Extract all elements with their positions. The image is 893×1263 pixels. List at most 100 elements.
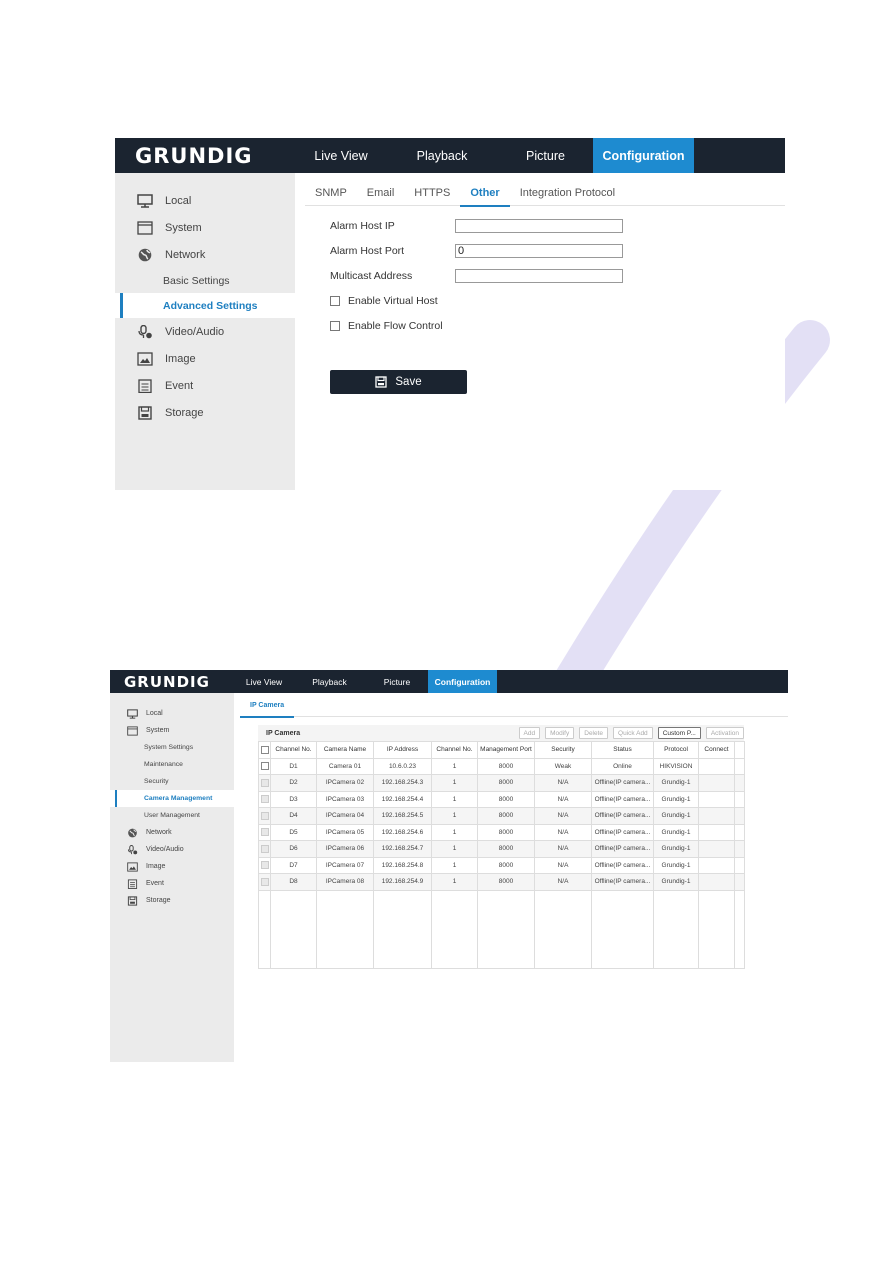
video-audio-icon	[127, 844, 138, 855]
channel-no-cell: 1	[431, 840, 478, 858]
sidebar-item-label: Video/Audio	[165, 325, 225, 338]
nav-playback[interactable]: Playback	[293, 670, 366, 693]
column-header[interactable]: Channel No.	[431, 741, 478, 759]
nav-live-view[interactable]: Live View	[296, 138, 386, 173]
enable-flow-control-checkbox[interactable]	[330, 321, 340, 331]
status-cell: Offline(IP camera...	[591, 856, 654, 874]
alarm-host-ip-input[interactable]	[455, 219, 623, 233]
sidebar-item-local[interactable]: Local	[110, 705, 234, 722]
sidebar-item-local[interactable]: Local	[115, 187, 295, 214]
sidebar-item-video-audio[interactable]: Video/Audio	[115, 318, 295, 345]
table-row[interactable]: D4 IPCamera 04 192.168.254.5 1 8000 N/A Offlin…	[258, 807, 745, 825]
add-button[interactable]: Add	[518, 727, 541, 739]
sidebar-sub-advanced-settings[interactable]: Advanced Settings	[115, 293, 295, 318]
tab-email[interactable]: Email	[357, 173, 405, 206]
column-header[interactable]: Camera Name	[316, 741, 374, 759]
multicast-address-label: Multicast Address	[330, 270, 413, 282]
sidebar-item-image[interactable]: Image	[115, 345, 295, 372]
connect-cell	[698, 840, 735, 858]
save-button[interactable]: Save	[330, 370, 467, 394]
row-checkbox	[260, 828, 269, 837]
channel-no-cell: 1	[431, 807, 478, 825]
monitor-icon	[137, 193, 153, 208]
column-header[interactable]: Channel No.	[270, 741, 317, 759]
tab-other[interactable]: Other	[460, 173, 511, 207]
custom-protocol-button[interactable]: Custom P...	[657, 727, 701, 739]
nav-picture[interactable]: Picture	[366, 670, 428, 693]
protocol-cell: Grundig-1	[653, 823, 699, 841]
sidebar-item-event[interactable]: Event	[110, 875, 234, 892]
activation-button[interactable]: Activation	[705, 727, 744, 739]
table-row[interactable]: D5 IPCamera 05 192.168.254.6 1 8000 N/A Offlin…	[258, 823, 745, 841]
security-cell: N/A	[534, 774, 592, 792]
connect-cell	[698, 757, 735, 775]
column-header[interactable]: Connect	[698, 741, 735, 759]
event-icon	[127, 878, 138, 889]
sidebar-item-label: Network	[146, 829, 172, 836]
nav-configuration[interactable]: Configuration	[593, 138, 694, 173]
channel-cell: D4	[270, 807, 317, 825]
table-row[interactable]: D2 IPCamera 02 192.168.254.3 1 8000 N/A Offlin…	[258, 774, 745, 792]
enable-virtual-host-label: Enable Virtual Host	[348, 295, 438, 307]
modify-button[interactable]: Modify	[545, 727, 575, 739]
sidebar-sub-security[interactable]: Security	[110, 773, 234, 790]
top-nav-bar: GRUNDIG Live View Playback Picture Confi…	[115, 138, 785, 173]
table-row[interactable]: D1 Camera 01 10.6.0.23 1 8000 Weak Online HIKVI…	[258, 757, 745, 775]
column-header[interactable]: Protocol	[653, 741, 699, 759]
sidebar-item-video-audio[interactable]: Video/Audio	[110, 841, 234, 858]
table-row[interactable]: D7 IPCamera 07 192.168.254.8 1 8000 N/A Offlin…	[258, 856, 745, 874]
sidebar-item-system[interactable]: System	[115, 214, 295, 241]
sidebar-item-image[interactable]: Image	[110, 858, 234, 875]
tab-https[interactable]: HTTPS	[404, 173, 460, 206]
sidebar-sub-user-management[interactable]: User Management	[110, 807, 234, 824]
row-select-cell	[258, 774, 271, 792]
enable-virtual-host-checkbox[interactable]	[330, 296, 340, 306]
table-row[interactable]: D3 IPCamera 03 192.168.254.4 1 8000 N/A Offlin…	[258, 790, 745, 808]
quick-add-button[interactable]: Quick Add	[613, 727, 653, 739]
column-header[interactable]: Management Port	[477, 741, 535, 759]
sidebar-sub-camera-management[interactable]: Camera Management	[110, 790, 234, 807]
empty-cell	[734, 889, 745, 969]
content-area: IP Camera IP Camera Add Modify Delete Qu…	[234, 693, 788, 1062]
select-all-checkbox[interactable]	[260, 745, 269, 754]
table-row[interactable]: D6 IPCamera 06 192.168.254.7 1 8000 N/A Offlin…	[258, 840, 745, 858]
tab-snmp[interactable]: SNMP	[305, 173, 357, 206]
sidebar-sub-system-settings[interactable]: System Settings	[110, 739, 234, 756]
channel-cell: D7	[270, 856, 317, 874]
column-header[interactable]: Status	[591, 741, 654, 759]
alarm-host-port-input[interactable]	[455, 244, 623, 258]
sidebar-item-storage[interactable]: Storage	[115, 399, 295, 426]
nav-picture[interactable]: Picture	[498, 138, 593, 173]
sidebar: Local System Network Basic Settings Adva…	[115, 173, 295, 490]
nav-configuration[interactable]: Configuration	[428, 670, 497, 693]
row-checkbox[interactable]	[260, 762, 269, 771]
sidebar-item-system[interactable]: System	[110, 722, 234, 739]
status-cell: Offline(IP camera...	[591, 873, 654, 891]
sidebar-item-storage[interactable]: Storage	[110, 892, 234, 909]
protocol-cell: Grundig-1	[653, 856, 699, 874]
enable-flow-control-label: Enable Flow Control	[348, 320, 443, 332]
sidebar-sub-maintenance[interactable]: Maintenance	[110, 756, 234, 773]
network-advanced-settings-screen: GRUNDIG Live View Playback Picture Confi…	[115, 138, 785, 490]
table-row[interactable]: D8 IPCamera 08 192.168.254.9 1 8000 N/A Offlin…	[258, 873, 745, 891]
camera-name-cell: IPCamera 05	[316, 823, 374, 841]
nav-live-view[interactable]: Live View	[235, 670, 293, 693]
sidebar-item-network[interactable]: Network	[115, 241, 295, 268]
table-toolbar: IP Camera Add Modify Delete Quick Add Cu…	[258, 725, 744, 741]
sidebar-item-network[interactable]: Network	[110, 824, 234, 841]
protocol-cell: Grundig-1	[653, 873, 699, 891]
tab-integration-protocol[interactable]: Integration Protocol	[510, 173, 625, 206]
alarm-host-port-row: Alarm Host Port	[330, 244, 623, 258]
multicast-address-input[interactable]	[455, 269, 623, 283]
sidebar-item-event[interactable]: Event	[115, 372, 295, 399]
window-icon	[127, 725, 138, 736]
tab-ip-camera[interactable]: IP Camera	[240, 693, 295, 718]
column-header[interactable]: IP Address	[373, 741, 432, 759]
delete-button[interactable]: Delete	[579, 727, 609, 739]
column-header[interactable]: Security	[534, 741, 592, 759]
sidebar-sub-basic-settings[interactable]: Basic Settings	[115, 268, 295, 293]
image-icon	[137, 351, 153, 366]
camera-name-cell: IPCamera 03	[316, 790, 374, 808]
management-port-cell: 8000	[477, 840, 535, 858]
nav-playback[interactable]: Playback	[386, 138, 498, 173]
